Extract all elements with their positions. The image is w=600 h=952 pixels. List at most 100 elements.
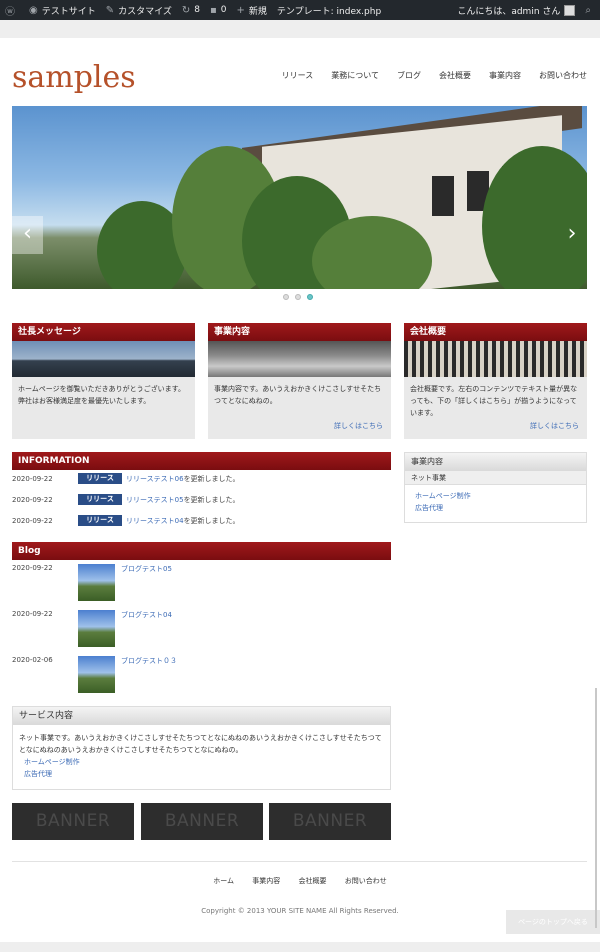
slider-pagination (283, 294, 313, 300)
info-date: 2020-09-22 (12, 474, 53, 483)
updates-menu[interactable]: ↻ 8 (177, 0, 205, 20)
box-image (404, 341, 587, 377)
slider-next-button[interactable]: › (558, 216, 586, 254)
blog-thumbnail[interactable] (78, 564, 115, 601)
box-business: 事業内容 事業内容です。あいうえおかきくけこさしすせそたちつてとなにぬねの。 詳… (208, 323, 391, 439)
box-message: 社長メッセージ ホームページを御覧いただきありがとうございます。弊社はお客様満足… (12, 323, 195, 439)
avatar (564, 4, 576, 16)
blog-thumbnail[interactable] (78, 610, 115, 647)
info-row: 2020-09-22 リリース リリーステスト05 を更新しました。 (12, 493, 240, 506)
box-text: 事業内容です。あいうえおかきくけこさしすせそたちつてとなにぬねの。 (214, 385, 382, 405)
nav-item-blog[interactable]: ブログ (397, 70, 421, 81)
scrollbar-thumb[interactable] (595, 688, 597, 928)
footer-link-contact[interactable]: お問い合わせ (345, 877, 387, 885)
sidebar-widget: 事業内容 ネット事業 ホームページ制作 広告代理 (404, 452, 587, 523)
global-nav: リリース 業務について ブログ 会社概要 事業内容 お問い合わせ (264, 70, 587, 81)
new-content-menu[interactable]: + 新規 (232, 0, 272, 20)
blog-item: 2020-09-22 ブログテスト05 (12, 564, 392, 602)
info-link[interactable]: リリーステスト06 (126, 474, 184, 484)
template-info[interactable]: テンプレート: index.php (272, 0, 386, 20)
customize-menu[interactable]: ✎ カスタマイズ (101, 0, 177, 20)
blog-date: 2020-02-06 (12, 656, 53, 664)
footer-divider (12, 861, 587, 862)
wp-logo-menu[interactable]: ⓦ (0, 0, 24, 20)
sidebar-link-ads[interactable]: 広告代理 (405, 502, 586, 514)
slider-dot[interactable] (295, 294, 301, 300)
hero-slider-image (12, 106, 587, 289)
read-more-link[interactable]: 詳しくはこちら (530, 421, 579, 431)
blog-title-link[interactable]: ブログテスト０３ (121, 656, 177, 666)
box-company: 会社概要 会社概要です。左右のコンテンツでテキスト量が異なっても、下の「詳しくは… (404, 323, 587, 439)
service-heading: サービス内容 (13, 707, 390, 725)
sidebar-subheading[interactable]: ネット事業 (405, 471, 586, 485)
footer-nav: ホーム 事業内容 会社概要 お問い合わせ (0, 876, 600, 886)
info-link[interactable]: リリーステスト05 (126, 495, 184, 505)
info-suffix: を更新しました。 (183, 516, 240, 525)
info-date: 2020-09-22 (12, 516, 53, 525)
box-title: 会社概要 (404, 323, 587, 341)
read-more-link[interactable]: 詳しくはこちら (334, 421, 383, 431)
site-logo[interactable]: samples (12, 60, 136, 95)
info-row: 2020-09-22 リリース リリーステスト04 を更新しました。 (12, 514, 240, 527)
admin-bar: ⓦ ◉ テストサイト ✎ カスタマイズ ↻ 8 ▪ 0 + 新規 テンプレート:… (0, 0, 600, 20)
site-name-label: テストサイト (41, 6, 96, 17)
dashboard-icon: ◉ (29, 4, 38, 16)
slider-dot[interactable] (283, 294, 289, 300)
new-label: 新規 (248, 6, 267, 17)
service-link-web[interactable]: ホームページ制作 (13, 756, 390, 768)
info-row: 2020-09-22 リリース リリーステスト06 を更新しました。 (12, 472, 240, 485)
blog-title-link[interactable]: ブログテスト04 (121, 610, 172, 620)
back-to-top-button[interactable]: ページのトップへ戻る (506, 910, 600, 934)
service-text: ネット事業です。あいうえおかきくけこさしすせそたちつてとなにぬねのあいうえおかき… (19, 734, 382, 754)
updates-icon: ↻ (181, 4, 191, 16)
service-box: サービス内容 ネット事業です。あいうえおかきくけこさしすせそたちつてとなにぬねの… (12, 706, 391, 790)
blog-title-link[interactable]: ブログテスト05 (121, 564, 172, 574)
nav-item-services[interactable]: 事業内容 (489, 70, 521, 81)
admin-search[interactable]: ⌕ (580, 0, 600, 20)
blog-date: 2020-09-22 (12, 564, 53, 572)
blog-item: 2020-02-06 ブログテスト０３ (12, 656, 392, 694)
site-name-menu[interactable]: ◉ テストサイト (24, 0, 101, 20)
sidebar-heading: 事業内容 (405, 453, 586, 471)
footer-link-home[interactable]: ホーム (213, 877, 234, 885)
banner-3[interactable]: BANNER (269, 803, 391, 840)
comments-count: 0 (220, 5, 227, 15)
info-badge[interactable]: リリース (78, 494, 122, 505)
information-heading: INFORMATION (12, 452, 391, 470)
info-date: 2020-09-22 (12, 495, 53, 504)
customize-label: カスタマイズ (118, 6, 172, 17)
blog-date: 2020-09-22 (12, 610, 53, 618)
box-text: ホームページを御覧いただきありがとうございます。弊社はお客様満足度を最優先いたし… (18, 385, 185, 405)
banner-1[interactable]: BANNER (12, 803, 134, 840)
sidebar-link-web[interactable]: ホームページ制作 (405, 485, 586, 502)
info-badge[interactable]: リリース (78, 515, 122, 526)
greeting-label: こんにちは、admin さん (457, 6, 561, 17)
brush-icon: ✎ (105, 4, 115, 16)
slider-prev-button[interactable]: ‹ (12, 216, 43, 254)
nav-item-business[interactable]: 業務について (331, 70, 379, 81)
info-link[interactable]: リリーステスト04 (126, 516, 184, 526)
blog-heading: Blog (12, 542, 391, 560)
info-suffix: を更新しました。 (183, 495, 240, 504)
nav-item-release[interactable]: リリース (282, 70, 314, 81)
wordpress-icon: ⓦ (5, 6, 15, 18)
box-image (12, 341, 195, 377)
banner-2[interactable]: BANNER (141, 803, 263, 840)
comments-menu[interactable]: ▪ 0 (205, 0, 232, 20)
nav-item-contact[interactable]: お問い合わせ (539, 70, 587, 81)
footer-link-services[interactable]: 事業内容 (252, 877, 280, 885)
nav-item-company[interactable]: 会社概要 (439, 70, 471, 81)
info-badge[interactable]: リリース (78, 473, 122, 484)
box-title: 事業内容 (208, 323, 391, 341)
updates-count: 8 (194, 5, 200, 15)
service-link-ads[interactable]: 広告代理 (13, 768, 390, 780)
blog-thumbnail[interactable] (78, 656, 115, 693)
footer-link-company[interactable]: 会社概要 (299, 877, 327, 885)
account-menu[interactable]: こんにちは、admin さん (452, 0, 580, 20)
box-image (208, 341, 391, 377)
box-title: 社長メッセージ (12, 323, 195, 341)
template-label: テンプレート: index.php (276, 6, 382, 17)
page: samples リリース 業務について ブログ 会社概要 事業内容 お問い合わせ… (0, 38, 600, 942)
slider-dot-active[interactable] (307, 294, 313, 300)
search-icon: ⌕ (585, 4, 591, 16)
